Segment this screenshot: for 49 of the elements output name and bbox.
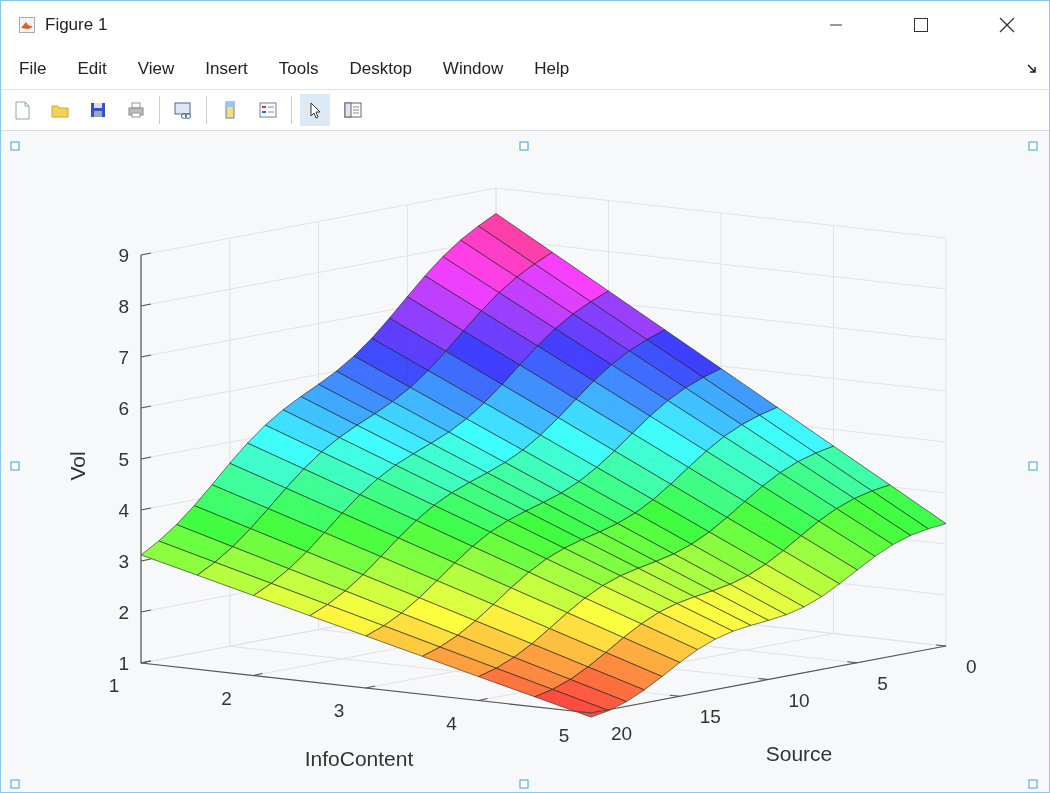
selection-handle[interactable] [519,141,529,151]
menu-item[interactable]: Insert [205,59,248,79]
tick-label: 10 [788,689,810,711]
close-icon[interactable] [999,17,1015,33]
selection-handle[interactable] [10,461,20,471]
tick-label: 7 [118,347,129,368]
new-file-icon [12,100,32,120]
tick-label: 2 [118,602,129,623]
window-title: Figure 1 [45,15,108,35]
tick-label: 2 [221,687,232,709]
printer-icon [126,100,146,120]
selection-handle[interactable] [10,779,20,789]
tick-label: 15 [699,706,721,728]
tick-label: 0 [966,656,977,677]
app-icon [19,17,35,33]
tick-label: 3 [333,700,345,721]
tick-label: 9 [118,245,129,266]
menu-item[interactable]: Window [442,59,504,79]
property-editor-icon [343,100,363,120]
menu-item[interactable]: View [137,59,175,79]
selection-handle[interactable] [1028,779,1038,789]
tick-label: 5 [877,672,888,694]
maximize-icon[interactable] [913,17,929,33]
axis-label: Source [765,742,833,765]
tick-label: 5 [558,725,570,746]
tick-label: 6 [118,398,129,419]
menu-item[interactable]: Desktop [349,59,412,79]
axis-label: Vol [66,451,89,481]
selection-handle[interactable] [1028,461,1038,471]
dock-arrow-icon[interactable] [1027,64,1037,74]
tick-label: 5 [118,449,129,470]
tick-label: 4 [118,500,129,521]
menu-item[interactable]: Help [534,59,570,79]
tick-label: 1 [108,675,120,696]
axis-label: InfoContent [304,747,414,770]
selection-handle[interactable] [1028,141,1038,151]
pointer-button[interactable] [300,94,330,126]
tick-label: 8 [118,296,129,317]
linked-plot-icon [173,100,193,120]
menu-item[interactable]: File [19,59,47,79]
selection-handle[interactable] [10,141,20,151]
tick-label: 1 [118,653,129,674]
tick-label: 4 [446,712,457,734]
selection-handle[interactable] [519,779,529,789]
tick-label: 20 [611,723,633,744]
menu-item[interactable]: Tools [278,59,319,79]
tick-label: 3 [118,551,129,572]
menu-item[interactable]: Edit [77,59,107,79]
legend-icon [258,100,278,120]
